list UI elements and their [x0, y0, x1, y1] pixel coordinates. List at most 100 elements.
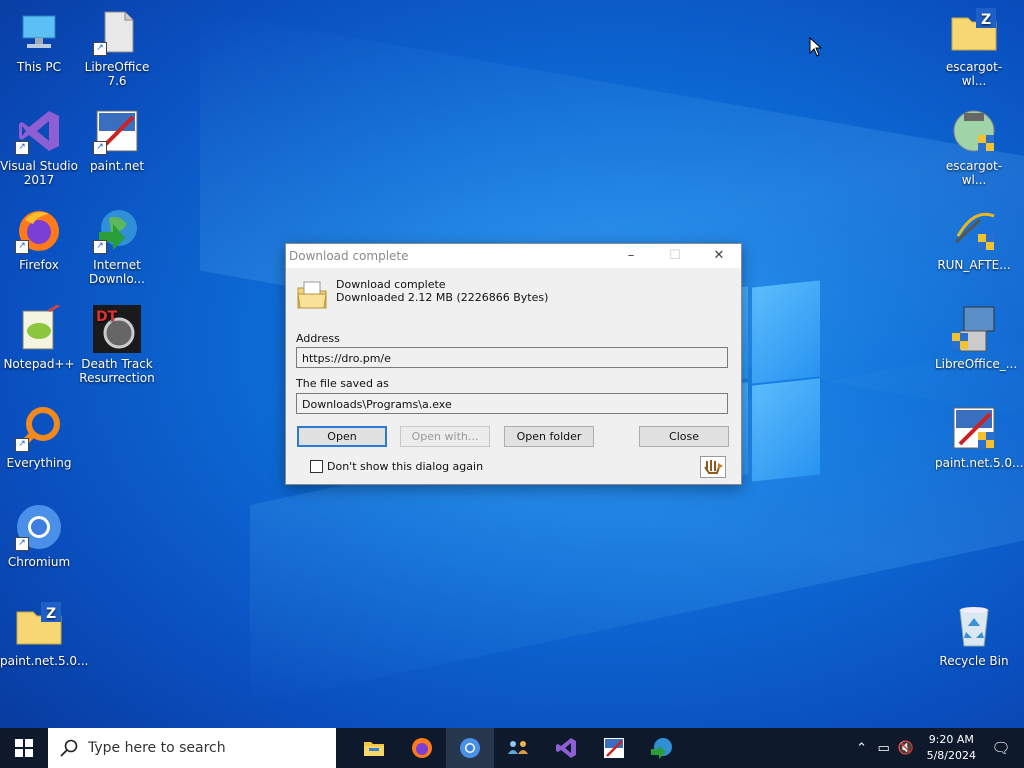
network-people-icon: [508, 741, 528, 754]
taskbar: Type here to search ⌃ ▭ 🔇 9:20 AM 5/8/20…: [0, 728, 1024, 768]
download-summary: Download complete Downloaded 2.12 MB (22…: [296, 278, 548, 310]
desktop-icon-label: paint.net.5.0...: [935, 456, 1024, 470]
desktop-icon-label: Death Track Resurrection: [79, 357, 155, 385]
close-window-button[interactable]: ✕: [697, 244, 741, 268]
open-folder-button[interactable]: Open folder: [504, 426, 594, 447]
taskbar-internet-download-manager[interactable]: [638, 728, 686, 768]
desktop-icon-label: Chromium: [7, 555, 71, 569]
search-placeholder: Type here to search: [88, 740, 226, 756]
desktop-icon-libreoffice[interactable]: ↗ LibreOffice 7.6: [78, 8, 156, 88]
desktop-icon-notepadpp[interactable]: Notepad++: [0, 303, 78, 371]
search-icon: [60, 739, 78, 757]
chromium-icon: [460, 738, 480, 758]
libreoffice-icon: ↗: [93, 8, 141, 56]
address-label: Address: [296, 332, 340, 345]
desktop-icon-label: paint.net: [89, 159, 145, 173]
notepadpp-icon: [15, 303, 63, 353]
saved-path-field[interactable]: Downloads\Programs\a.exe: [296, 393, 728, 414]
dont-show-again-checkbox[interactable]: Don't show this dialog again: [310, 460, 483, 473]
mouse-cursor-icon: [809, 37, 823, 57]
taskbar-search-box[interactable]: Type here to search: [48, 728, 336, 768]
desktop-icon-label: LibreOffice 7.6: [84, 60, 150, 88]
everything-search-icon: ↗: [15, 404, 63, 452]
minimize-button[interactable]: –: [609, 244, 653, 268]
desktop-icon-libreoffice-installer[interactable]: LibreOffice_...: [935, 305, 1018, 371]
desktop-icon-paintnet-zip[interactable]: Z paint.net.5.0...: [0, 602, 89, 668]
desktop-icon-everything[interactable]: ↗ Everything: [0, 404, 78, 470]
firefox-icon: [412, 738, 432, 758]
zip-folder-icon: Z: [950, 8, 998, 56]
system-clock[interactable]: 9:20 AM 5/8/2024: [927, 732, 976, 764]
checkbox-box[interactable]: [310, 460, 323, 473]
desktop-icon-paintnet-installer[interactable]: paint.net.5.0...: [935, 404, 1024, 470]
maximize-button: ☐: [669, 248, 681, 263]
download-complete-dialog: Download complete – ☐ ✕ Download complet…: [285, 243, 742, 485]
dialog-titlebar[interactable]: Download complete – ☐ ✕: [286, 244, 741, 268]
paintnet-installer-icon: [950, 404, 998, 452]
drag-grip-icon[interactable]: [700, 456, 726, 478]
address-field[interactable]: https://dro.pm/e: [296, 347, 728, 368]
download-size-text: Downloaded 2.12 MB (2226866 Bytes): [336, 291, 549, 304]
this-pc-icon: [15, 8, 63, 56]
desktop-icon-label: Visual Studio 2017: [0, 159, 78, 187]
open-button[interactable]: Open: [297, 426, 387, 447]
clock-date: 5/8/2024: [926, 749, 976, 762]
internet-download-manager-icon: [651, 738, 672, 759]
desktop-icon-label: This PC: [17, 60, 61, 74]
desktop-icon-internet-download-manager[interactable]: ↗ Internet Downlo...: [78, 206, 156, 286]
taskbar-network-people[interactable]: [494, 728, 542, 768]
close-button[interactable]: Close: [639, 426, 729, 447]
desktop-icon-visual-studio[interactable]: ↗ Visual Studio 2017: [0, 107, 78, 187]
svg-text:Z: Z: [46, 606, 56, 622]
desktop-icon-label: RUN_AFTE...: [937, 258, 1011, 272]
checkbox-label: Don't show this dialog again: [327, 460, 484, 473]
desktop-icon-this-pc[interactable]: This PC: [0, 8, 78, 74]
notification-icon[interactable]: 🗨: [990, 739, 1012, 757]
dialog-title: Download complete: [289, 249, 409, 263]
start-button[interactable]: [0, 728, 48, 768]
chevron-up-icon[interactable]: ⌃: [851, 741, 873, 756]
desktop-icon-firefox[interactable]: ↗ Firefox: [0, 206, 78, 272]
paintnet-icon: [604, 738, 624, 758]
visual-studio-icon: ↗: [15, 107, 63, 155]
taskbar-visual-studio[interactable]: [542, 728, 590, 768]
svg-text:Z: Z: [981, 12, 991, 28]
desktop-icon-label: Notepad++: [3, 357, 75, 371]
desktop-icon-death-track[interactable]: DT Death Track Resurrection: [78, 305, 156, 385]
open-with-button[interactable]: Open with...: [400, 426, 490, 447]
saved-as-label: The file saved as: [296, 377, 389, 390]
download-folder-icon: [296, 278, 328, 310]
firefox-icon: ↗: [15, 206, 63, 254]
desktop-icon-label: Everything: [6, 456, 72, 470]
desktop-icon-label: paint.net.5.0...: [0, 654, 89, 668]
desktop-icon-label: Recycle Bin: [939, 654, 1009, 668]
desktop-icon-label: LibreOffice_...: [935, 357, 1018, 371]
desktop-icon-label: escargot-wl...: [945, 60, 1003, 88]
volume-muted-icon[interactable]: 🔇: [895, 741, 917, 756]
desktop-icon-chromium[interactable]: ↗ Chromium: [0, 503, 78, 569]
desktop-icon-label: Firefox: [19, 258, 59, 272]
desktop-icon-recycle-bin[interactable]: Recycle Bin: [935, 602, 1013, 668]
desktop-icon-escargot-zip[interactable]: Z escargot-wl...: [935, 8, 1013, 88]
desktop-icon-paintnet[interactable]: ↗ paint.net: [78, 107, 156, 173]
visual-studio-icon: [556, 738, 576, 758]
download-heading: Download complete: [336, 278, 446, 291]
taskbar-file-explorer[interactable]: [350, 728, 398, 768]
death-track-icon: DT: [93, 305, 141, 353]
clock-time: 9:20 AM: [928, 733, 974, 746]
installer-computer-icon: [950, 305, 998, 353]
chromium-icon: ↗: [15, 503, 63, 551]
windows-start-icon: [15, 739, 33, 757]
taskbar-chromium[interactable]: [446, 728, 494, 768]
paintnet-icon: ↗: [93, 107, 141, 155]
network-icon[interactable]: ▭: [873, 741, 895, 756]
taskbar-firefox[interactable]: [398, 728, 446, 768]
internet-download-manager-icon: ↗: [93, 206, 141, 254]
file-explorer-icon: [364, 742, 384, 756]
desktop-icon-run-after[interactable]: RUN_AFTE...: [935, 206, 1013, 272]
svg-text:DT: DT: [96, 309, 118, 325]
desktop-icon-escargot-installer[interactable]: escargot-wl...: [935, 107, 1013, 187]
desktop-icon-label: Internet Downlo...: [89, 258, 145, 286]
installer-globe-icon: [950, 107, 998, 155]
taskbar-paintnet[interactable]: [590, 728, 638, 768]
